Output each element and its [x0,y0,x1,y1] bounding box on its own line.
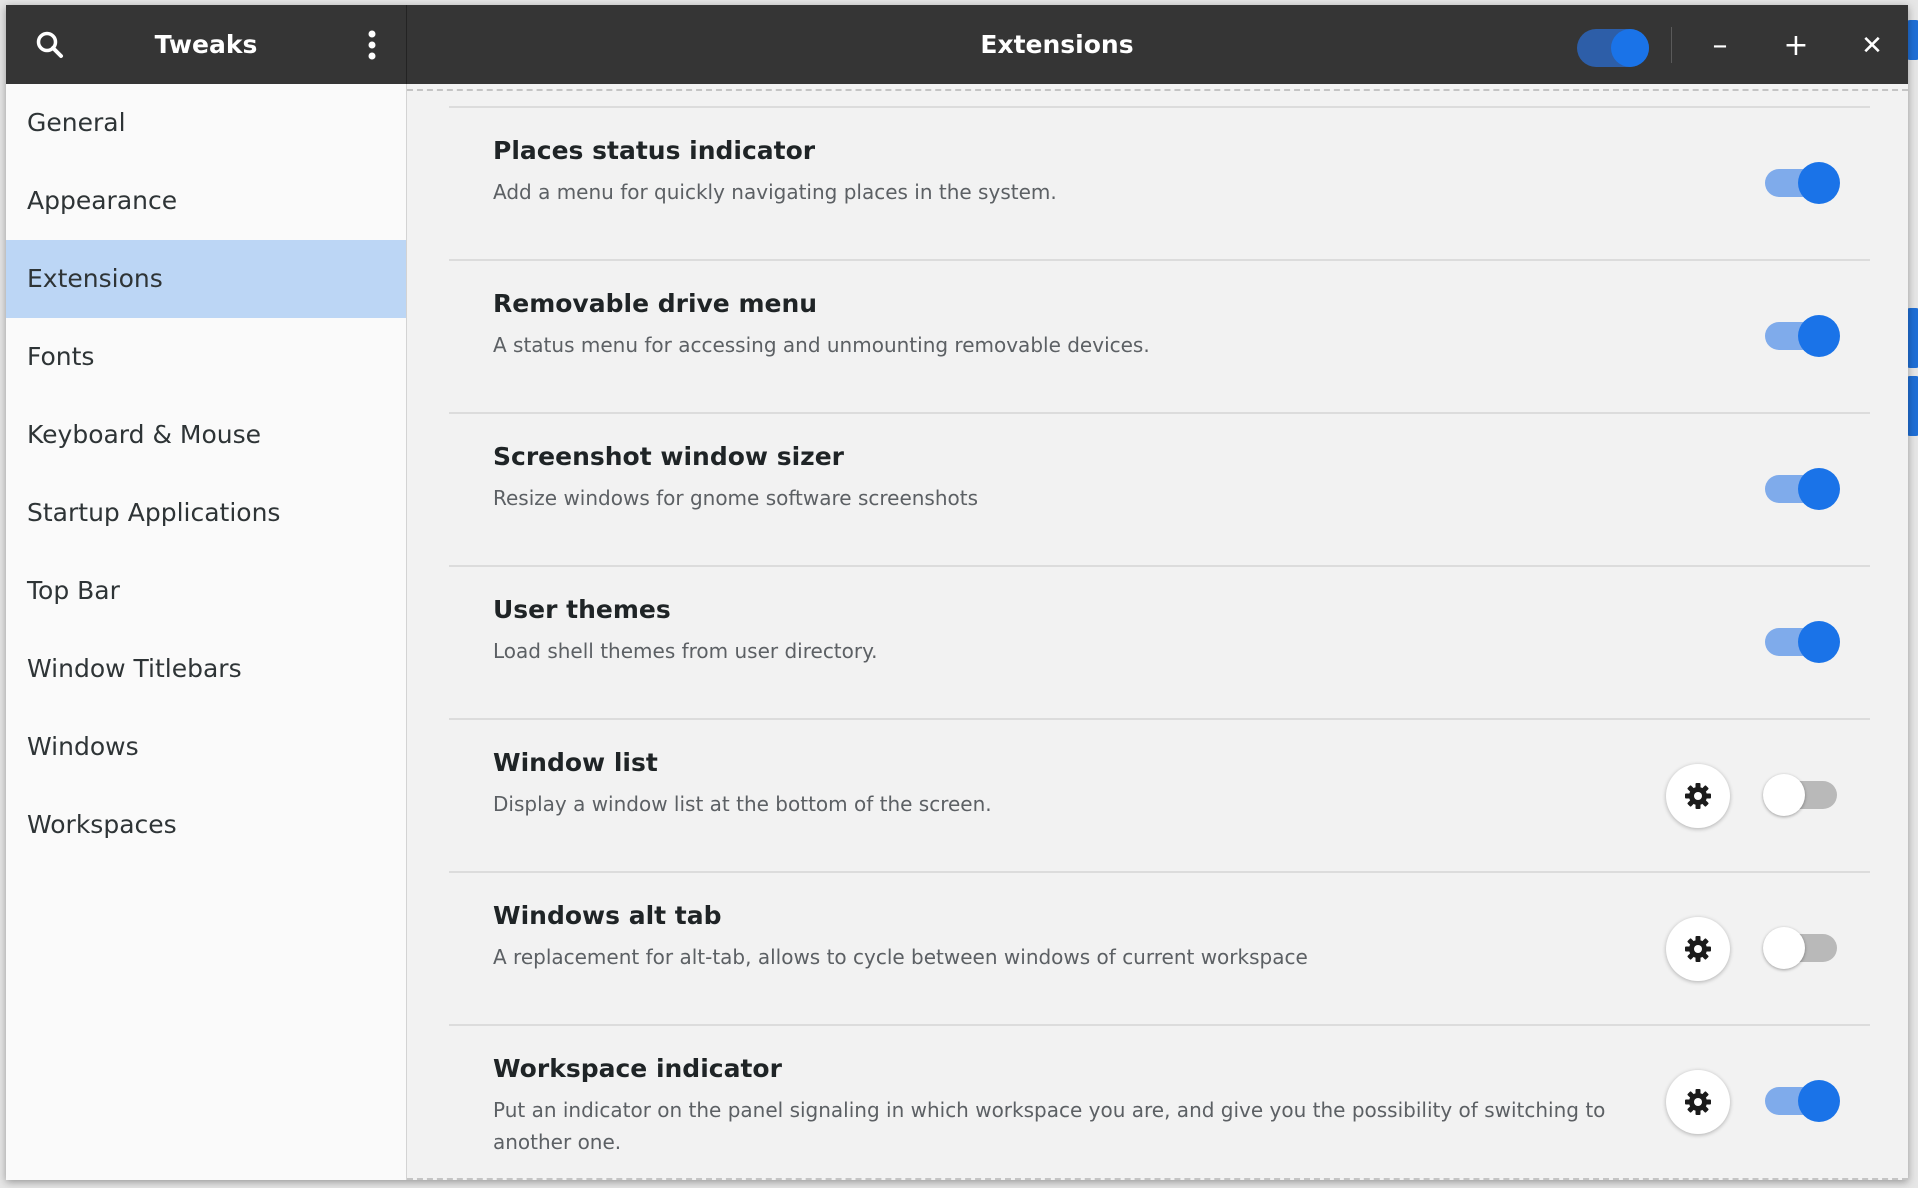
extension-description: Resize windows for gnome software screen… [493,486,979,510]
extension-description: Put an indicator on the panel signaling … [493,1098,1606,1154]
extension-name: User themes [493,595,671,624]
search-icon[interactable] [34,29,66,61]
sidebar-item-top-bar[interactable]: Top Bar [6,552,406,630]
extension-row-workspace-indicator: Workspace indicator Put an indicator on … [449,1024,1870,1177]
scroll-edge-top [407,89,1908,91]
extension-description: A replacement for alt-tab, allows to cyc… [493,945,1308,969]
tweaks-window: Tweaks Extensions – + ✕ General Appearan… [6,5,1908,1180]
extension-row-windows-alt-tab: Windows alt tab A replacement for alt-ta… [449,871,1870,1024]
extension-toggle-switch[interactable] [1765,468,1840,510]
sidebar-item-general[interactable]: General [6,84,406,162]
extension-name: Windows alt tab [493,901,722,930]
maximize-button[interactable]: + [1779,29,1813,63]
scroll-edge-bottom [407,1178,1908,1180]
page-title: Extensions [980,30,1134,59]
sidebar-header: Tweaks [6,5,407,84]
close-button[interactable]: ✕ [1855,29,1889,63]
extensions-panel: Places status indicator Add a menu for q… [407,84,1908,1180]
extensions-list: Places status indicator Add a menu for q… [449,106,1870,1177]
app-title: Tweaks [154,30,258,59]
extension-description: Display a window list at the bottom of t… [493,792,992,816]
extension-settings-button[interactable] [1666,764,1730,828]
extension-toggle-switch[interactable] [1765,162,1840,204]
extension-name: Removable drive menu [493,289,818,318]
sidebar-item-startup-applications[interactable]: Startup Applications [6,474,406,552]
sidebar-item-keyboard-mouse[interactable]: Keyboard & Mouse [6,396,406,474]
sidebar-item-workspaces[interactable]: Workspaces [6,786,406,864]
extension-name: Screenshot window sizer [493,442,844,471]
header-bar: Tweaks Extensions – + ✕ [6,5,1908,84]
vertical-dots-icon[interactable] [356,29,388,61]
extension-name: Places status indicator [493,136,816,165]
extension-description: A status menu for accessing and unmounti… [493,333,1150,357]
minimize-button[interactable]: – [1703,29,1737,63]
extension-toggle-switch[interactable] [1763,927,1837,969]
extension-row-window-list: Window list Display a window list at the… [449,718,1870,871]
switch-knob [1611,29,1649,67]
extension-toggle-switch[interactable] [1765,315,1840,357]
sidebar-item-appearance[interactable]: Appearance [6,162,406,240]
sidebar-item-extensions[interactable]: Extensions [6,240,406,318]
extension-row-user-themes: User themes Load shell themes from user … [449,565,1870,718]
extension-row-places-status-indicator: Places status indicator Add a menu for q… [449,106,1870,259]
extension-name: Workspace indicator [493,1054,782,1083]
extension-toggle-switch[interactable] [1763,774,1837,816]
extension-toggle-switch[interactable] [1765,1080,1840,1122]
extension-row-screenshot-window-sizer: Screenshot window sizer Resize windows f… [449,412,1870,565]
gear-icon [1685,1089,1711,1115]
extension-description: Load shell themes from user directory. [493,639,878,663]
extension-toggle-switch[interactable] [1765,621,1840,663]
header-separator [1671,27,1672,63]
sidebar-item-window-titlebars[interactable]: Window Titlebars [6,630,406,708]
extensions-master-switch[interactable] [1577,29,1649,67]
gear-icon [1685,936,1711,962]
gear-icon [1685,783,1711,809]
extension-name: Window list [493,748,658,777]
sidebar: General Appearance Extensions Fonts Keyb… [6,84,407,1180]
sidebar-item-windows[interactable]: Windows [6,708,406,786]
extension-description: Add a menu for quickly navigating places… [493,180,1057,204]
extension-row-removable-drive-menu: Removable drive menu A status menu for a… [449,259,1870,412]
extension-settings-button[interactable] [1666,917,1730,981]
sidebar-item-fonts[interactable]: Fonts [6,318,406,396]
extension-settings-button[interactable] [1666,1070,1730,1134]
